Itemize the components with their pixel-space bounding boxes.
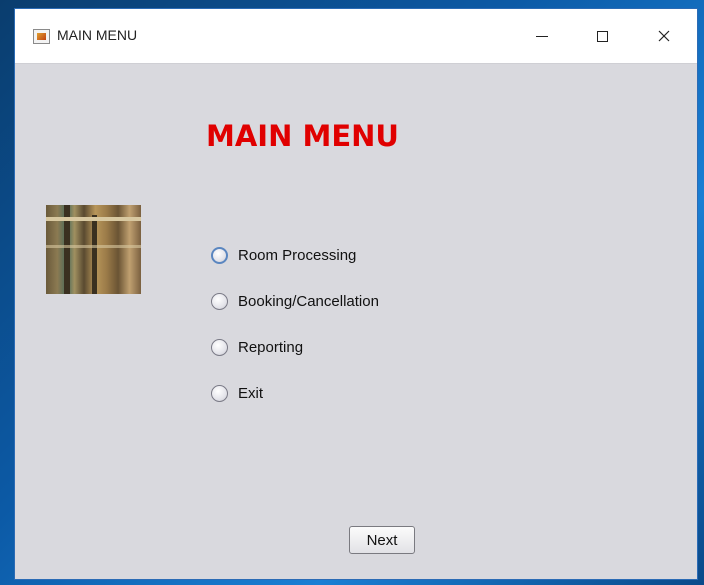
option-label: Room Processing — [238, 246, 357, 264]
radio-button[interactable] — [211, 338, 228, 356]
option-room-processing[interactable]: Room Processing — [211, 242, 356, 268]
maximize-button[interactable] — [585, 21, 619, 51]
option-label: Exit — [238, 384, 264, 402]
option-booking-cancellation[interactable]: Booking/Cancellation — [211, 288, 379, 314]
radio-button[interactable] — [211, 246, 228, 264]
minimize-button[interactable] — [525, 21, 559, 51]
option-label: Booking/Cancellation — [238, 292, 379, 310]
java-app-icon — [33, 29, 50, 44]
title-bar[interactable]: MAIN MENU — [15, 9, 697, 64]
maximize-icon — [596, 30, 608, 42]
option-reporting[interactable]: Reporting — [211, 334, 303, 360]
minimize-icon — [536, 35, 548, 37]
window-title: MAIN MENU — [57, 27, 138, 43]
close-button[interactable] — [647, 21, 681, 51]
radio-button[interactable] — [211, 292, 228, 310]
next-button[interactable]: Next — [349, 526, 415, 554]
page-heading: MAIN MENU — [206, 119, 399, 153]
main-menu-window: MAIN MENU MAIN MENU Room Processing Book… — [14, 8, 698, 580]
option-exit[interactable]: Exit — [211, 380, 263, 406]
photo-thumbnail — [46, 205, 141, 294]
radio-button[interactable] — [211, 384, 228, 402]
option-label: Reporting — [238, 338, 304, 356]
close-icon — [658, 30, 670, 42]
